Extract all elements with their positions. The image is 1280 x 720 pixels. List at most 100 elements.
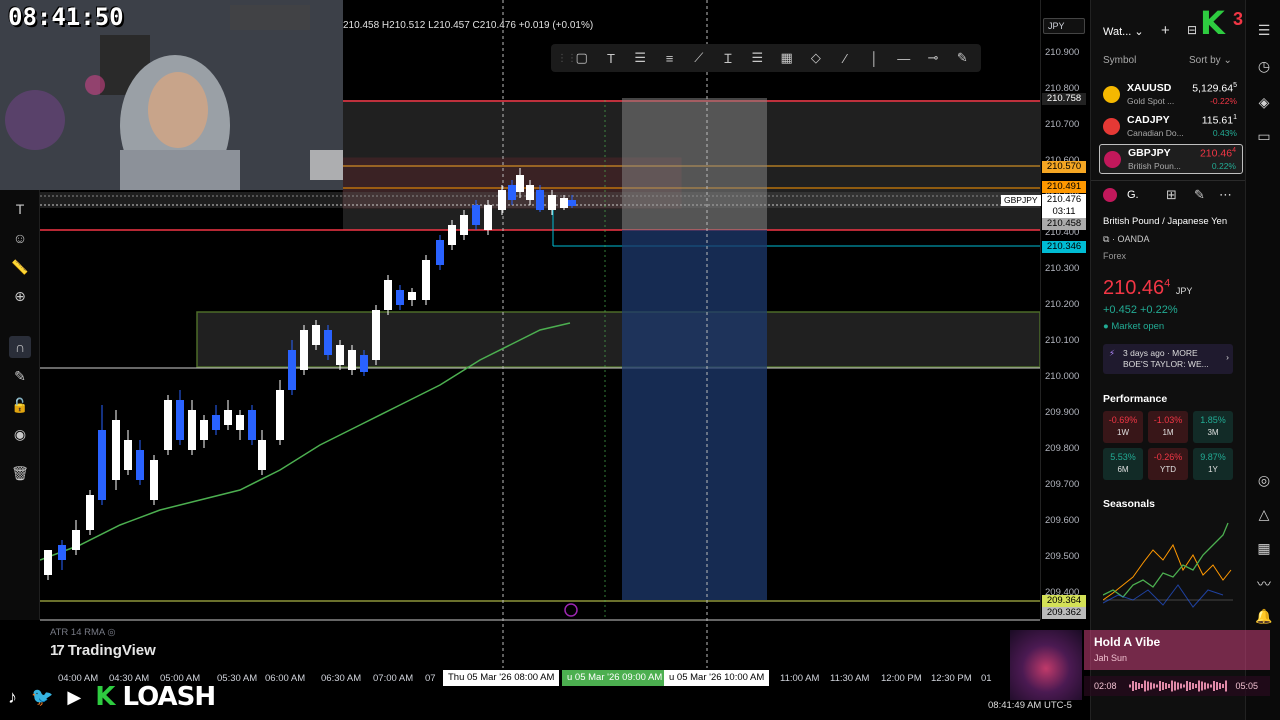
watchlist-title[interactable]: Wat... ⌄ [1103, 25, 1144, 38]
grid-icon[interactable]: ▦ [774, 47, 799, 69]
candle-body [422, 260, 430, 300]
watchlist-panel: Wat... ⌄ + ⊟ Symbol Sort by ⌄ XAUUSD Gol… [1090, 0, 1246, 720]
column-symbol[interactable]: Symbol [1103, 55, 1136, 66]
trash-icon[interactable]: 🗑 [9, 462, 31, 484]
external-link-icon: ⧉ [1103, 234, 1110, 244]
candle-body [248, 410, 256, 440]
trendline-icon[interactable]: ⟋ [686, 47, 711, 69]
broker-label[interactable]: ⧉ · OANDA [1103, 234, 1149, 245]
text-tool-icon[interactable]: T [9, 198, 31, 220]
target-icon[interactable]: ◎ [1254, 472, 1274, 492]
watchlist-row-cadjpy[interactable]: CADJPY Canadian Do... 115.611 0.43% [1099, 112, 1243, 142]
waveform-bar [1183, 684, 1185, 688]
waveform-bar [1135, 682, 1137, 690]
chat-icon[interactable]: ▭ [1254, 128, 1274, 148]
calendar-icon[interactable]: ▦ [1254, 540, 1274, 560]
candle-body [136, 450, 144, 480]
watchlist-row-xauusd[interactable]: XAUUSD Gold Spot ... 5,129.645 -0.22% [1099, 80, 1243, 110]
candle-body [384, 280, 392, 310]
performance-cell-1y[interactable]: 9.87% 1Y [1193, 448, 1233, 480]
waveform-bar [1198, 680, 1200, 692]
streamer-k-badge: K [1200, 4, 1226, 38]
price-tick-label: 209.600 [1045, 515, 1080, 526]
price-tag-gold: 210.570 [1042, 161, 1086, 173]
ruler-icon[interactable]: 📏 [9, 256, 31, 278]
eye-icon[interactable]: ◉ [9, 423, 31, 445]
waveform-bar [1156, 684, 1158, 688]
pencil-lock-icon[interactable]: ✎ [9, 365, 31, 387]
vertical-line-icon[interactable]: │ [862, 47, 887, 69]
more-icon[interactable]: ⋯ [1219, 187, 1232, 203]
waveform-bar [1129, 684, 1131, 688]
candle-body [396, 290, 404, 305]
price-axis[interactable]: 210.900210.800210.700210.600210.500210.4… [1040, 0, 1088, 620]
shape-icon[interactable]: ◇ [803, 47, 828, 69]
triangle-icon[interactable]: △ [1254, 506, 1274, 526]
edit-icon[interactable]: ✎ [1194, 187, 1205, 203]
candle-body [312, 325, 320, 345]
broadcast-icon[interactable]: 〰 [1254, 574, 1274, 594]
price-tag-current: 210.476 [1042, 194, 1086, 206]
alerts-clock-icon[interactable]: ◷ [1254, 58, 1274, 78]
notifications-icon[interactable]: 🔔 [1254, 608, 1274, 628]
stream-brand: K LOASH [95, 682, 216, 712]
performance-cell-1m[interactable]: -1.03% 1M [1148, 411, 1188, 443]
currency-select[interactable]: JPY [1043, 18, 1085, 34]
performance-cell-3m[interactable]: 1.85% 3M [1193, 411, 1233, 443]
zoom-icon[interactable]: ⊕ [9, 285, 31, 307]
candle-body [224, 410, 232, 425]
performance-cell-1w[interactable]: -0.69% 1W [1103, 411, 1143, 443]
rectangle-icon[interactable]: ▢ [569, 47, 594, 69]
performance-cell-ytd[interactable]: -0.26% YTD [1148, 448, 1188, 480]
candle-body [460, 215, 468, 235]
cursor-text-icon[interactable]: Ɪ [715, 47, 740, 69]
news-item[interactable]: ⚡ 3 days ago · MORE BOE'S TAYLOR: WE... … [1103, 344, 1233, 374]
drag-handle-icon[interactable]: ⋮⋮ [557, 53, 577, 64]
candle-body [516, 175, 524, 192]
tradingview-logo[interactable]: 17 TradingView [50, 642, 156, 659]
waveform-bar [1201, 681, 1203, 691]
candle-body [98, 430, 106, 500]
layers-icon[interactable]: ◈ [1254, 94, 1274, 114]
waveform-bar [1132, 681, 1134, 691]
candle-body [176, 400, 184, 440]
chevron-right-icon: › [1226, 352, 1229, 362]
performance-cell-6m[interactable]: 5.53% 6M [1103, 448, 1143, 480]
grid-view-icon[interactable]: ⊞ [1166, 187, 1177, 203]
text-icon[interactable]: T [598, 47, 623, 69]
price-tag-current-low: 210.458 [1042, 218, 1086, 230]
waveform-bar [1174, 681, 1176, 691]
price-tick-label: 209.700 [1045, 479, 1080, 490]
horizontal-ray-icon[interactable]: ⊸ [920, 47, 945, 69]
brush-icon[interactable]: ✎ [950, 47, 975, 69]
webcam-overlay: 08:41:50 [0, 0, 343, 190]
watchlist-icon[interactable]: ☰ [1254, 22, 1274, 42]
ray-icon[interactable]: ∕ [833, 47, 858, 69]
fib-icon[interactable]: ☰ [628, 47, 653, 69]
price-tag-orange: 210.491 [1042, 181, 1086, 193]
sort-by[interactable]: Sort by ⌄ [1189, 55, 1232, 66]
gold-flag-icon [1103, 86, 1120, 103]
horizontal-line-icon[interactable]: — [891, 47, 916, 69]
candle-body [258, 440, 266, 470]
waveform-bar [1165, 683, 1167, 689]
waveform-bar [1177, 682, 1179, 690]
layout-icon[interactable]: ⊟ [1187, 23, 1197, 37]
track-progress: 02:08 05:05 [1084, 676, 1270, 696]
parallel-channel-icon[interactable]: ≡ [657, 47, 682, 69]
waveform-bar [1153, 683, 1155, 689]
canada-flag-icon [1103, 118, 1120, 135]
waveform-bar [1207, 683, 1209, 689]
instrument-name: British Pound / Japanese Yen [1103, 216, 1228, 227]
lock-icon[interactable]: 🔓 [9, 394, 31, 416]
add-icon[interactable]: + [1161, 22, 1170, 39]
watchlist-row-gbpjpy[interactable]: GBPJPY British Poun... 210.464 0.22% [1099, 144, 1243, 174]
badge-count: 3 [1233, 9, 1244, 29]
lines-icon[interactable]: ☰ [745, 47, 770, 69]
emoji-icon[interactable]: ☺ [9, 227, 31, 249]
time-tick-label: 01 [981, 673, 992, 684]
magnet-icon[interactable]: ∩ [9, 336, 31, 358]
seasonals-chart[interactable] [1103, 515, 1233, 615]
price-tag-countdown: 03:11 [1042, 206, 1086, 218]
ohlc-readout: 210.458 H210.512 L210.457 C210.476 +0.01… [343, 20, 594, 31]
